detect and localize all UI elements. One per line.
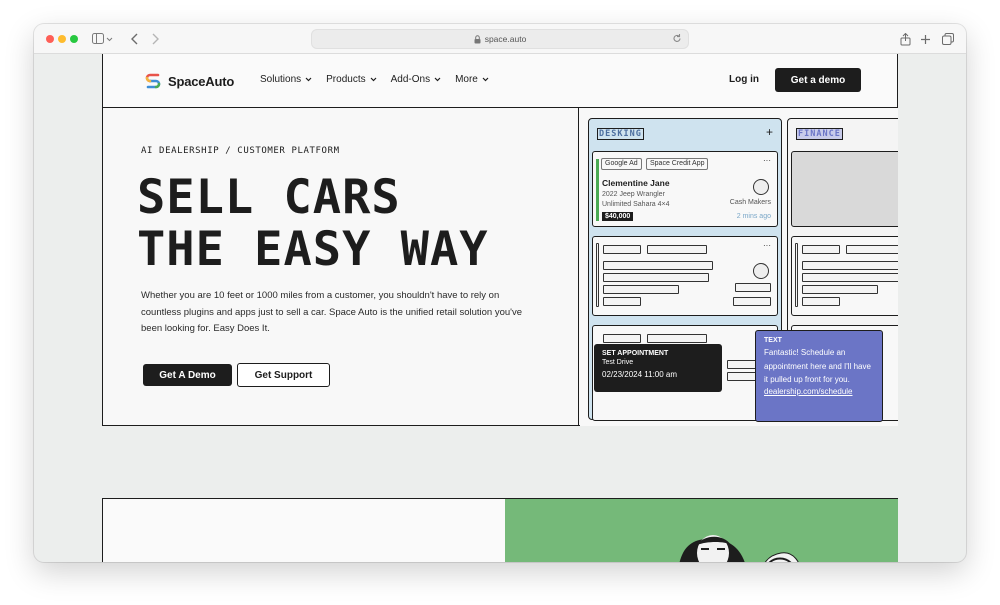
chevron-down-icon	[482, 77, 489, 82]
forward-icon[interactable]	[150, 29, 160, 49]
nav-label: More	[455, 74, 478, 85]
avatar	[753, 263, 769, 279]
message-body: Fantastic! Schedule an appointment here …	[764, 348, 871, 384]
add-icon: +	[765, 125, 773, 139]
back-icon[interactable]	[130, 29, 140, 49]
browser-window: space.auto SpaceAuto Solutions Products …	[34, 24, 966, 562]
placeholder-bar	[727, 372, 757, 381]
tab-overview-icon[interactable]	[942, 29, 954, 49]
nav-products[interactable]: Products	[326, 74, 377, 85]
more-icon: ···	[763, 156, 771, 165]
nav-solutions[interactable]: Solutions	[260, 74, 312, 85]
nav-label: Add-Ons	[390, 74, 431, 85]
placeholder-card	[791, 151, 898, 227]
placeholder-bar	[603, 297, 641, 306]
placeholder-bar	[802, 261, 898, 270]
placeholder-bar	[735, 283, 771, 292]
get-a-demo-cta[interactable]: Get A Demo	[143, 364, 232, 386]
appointment-card: SET APPOINTMENT Test Drive 02/23/2024 11…	[594, 344, 722, 392]
placeholder-bar	[733, 297, 771, 306]
product-board-illustration: DESKING + Google Ad Space Credit App ···…	[580, 108, 898, 426]
appointment-datetime: 02/23/2024 11:00 am	[602, 370, 678, 379]
appointment-title: SET APPOINTMENT	[602, 350, 669, 357]
logo[interactable]: SpaceAuto	[143, 72, 234, 90]
headline-line-1: SELL CARS	[137, 170, 401, 225]
placeholder-bar	[603, 285, 679, 294]
message-title: TEXT	[764, 337, 782, 344]
team-name: Cash Makers	[729, 199, 771, 206]
nav-add-ons[interactable]: Add-Ons	[391, 74, 441, 85]
url-text: space.auto	[484, 34, 527, 44]
placeholder-bar	[603, 273, 709, 282]
timestamp: 2 mins ago	[736, 213, 771, 220]
placeholder-bar	[647, 245, 707, 254]
hero-body: Whether you are 10 feet or 1000 miles fr…	[141, 290, 522, 334]
customer-name: Clementine Jane	[602, 178, 670, 188]
placeholder-bar	[802, 285, 878, 294]
more-icon: ···	[763, 241, 771, 250]
close-window-button[interactable]	[46, 35, 54, 43]
next-section	[102, 498, 898, 562]
sidebar-toggle-icon[interactable]	[92, 29, 114, 49]
spaceauto-logo-icon	[145, 73, 161, 89]
vehicle-line: 2022 Jeep Wrangler	[602, 191, 665, 198]
placeholder-bar	[802, 245, 840, 254]
lead-card: Google Ad Space Credit App ··· Clementin…	[592, 151, 778, 227]
maximize-window-button[interactable]	[70, 35, 78, 43]
get-support-cta[interactable]: Get Support	[237, 363, 330, 387]
hero-copy: AI DEALERSHIP / CUSTOMER PLATFORM SELL C…	[103, 108, 579, 426]
placeholder-bar	[647, 334, 707, 343]
placeholder-bar	[846, 245, 898, 254]
reload-icon[interactable]	[672, 33, 682, 46]
status-accent	[596, 159, 599, 221]
tag-pill: Space Credit App	[646, 158, 709, 170]
placeholder-bar	[603, 245, 641, 254]
text-message-bubble: TEXT Fantastic! Schedule an appointment …	[755, 330, 883, 422]
headline-line-2: THE EASY WAY	[137, 222, 489, 277]
placeholder-card: ···	[592, 236, 778, 316]
appointment-type: Test Drive	[602, 359, 634, 366]
nav-label: Solutions	[260, 74, 302, 85]
address-bar[interactable]: space.auto	[311, 29, 689, 49]
price-badge: $40,000	[602, 212, 634, 221]
finance-label: FINANCE	[796, 128, 843, 140]
main-nav: Solutions Products Add-Ons More	[260, 74, 489, 85]
nav-more[interactable]: More	[455, 74, 489, 85]
vehicle-info: 2022 Jeep Wrangler Unlimited Sahara 4×4	[602, 190, 670, 210]
message-link: dealership.com/schedule	[764, 386, 853, 396]
get-a-demo-button[interactable]: Get a demo	[775, 68, 861, 92]
chevron-down-icon	[370, 77, 377, 82]
placeholder-bar	[802, 273, 898, 282]
share-icon[interactable]	[900, 29, 911, 49]
avatar	[753, 179, 769, 195]
placeholder-bar	[596, 243, 599, 307]
desking-label: DESKING	[597, 128, 644, 140]
placeholder-bar	[727, 360, 757, 369]
hero-headline: SELL CARS THE EASY WAY	[137, 172, 489, 276]
chevron-down-icon	[434, 77, 441, 82]
placeholder-bar	[802, 297, 840, 306]
logo-text: SpaceAuto	[168, 73, 235, 89]
vehicle-line: Unlimited Sahara 4×4	[602, 201, 670, 208]
tag-pill: Google Ad	[601, 158, 642, 170]
placeholder-bar	[603, 261, 713, 270]
placeholder-bar	[603, 334, 641, 343]
person-photo-illustration	[679, 535, 799, 562]
new-tab-icon[interactable]	[920, 29, 931, 49]
site-header: SpaceAuto Solutions Products Add-Ons Mor…	[102, 54, 898, 108]
hero-eyebrow: AI DEALERSHIP / CUSTOMER PLATFORM	[141, 146, 340, 156]
login-link[interactable]: Log in	[729, 74, 759, 85]
browser-toolbar: space.auto	[34, 24, 966, 54]
green-feature-panel	[505, 499, 898, 562]
placeholder-bar	[795, 243, 798, 307]
nav-label: Products	[326, 74, 366, 85]
placeholder-card	[791, 236, 898, 316]
hero-section: AI DEALERSHIP / CUSTOMER PLATFORM SELL C…	[102, 108, 898, 426]
lock-icon	[474, 34, 481, 44]
chevron-down-icon	[305, 77, 312, 82]
minimize-window-button[interactable]	[58, 35, 66, 43]
